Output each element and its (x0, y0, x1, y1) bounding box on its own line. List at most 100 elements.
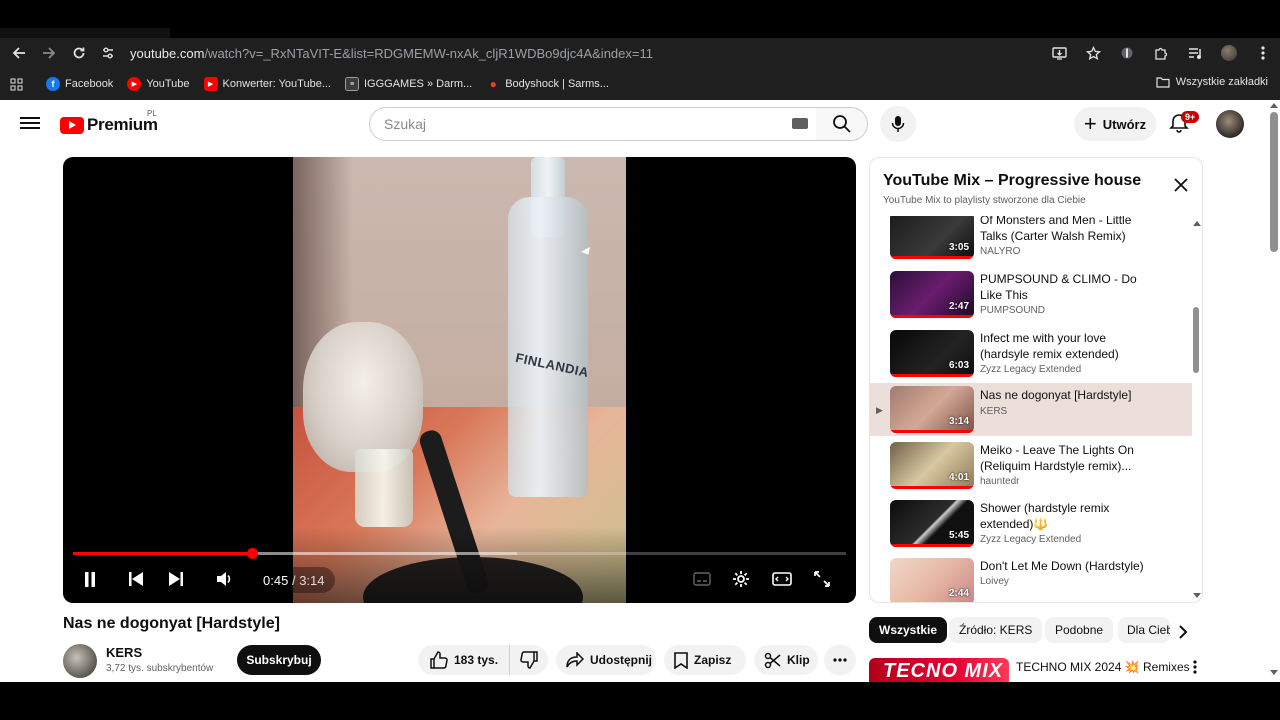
item-channel: PUMPSOUND (980, 305, 1046, 316)
site-info-icon[interactable] (100, 45, 116, 61)
bookmark-label: YouTube (146, 78, 190, 90)
item-channel: hauntedr (980, 476, 1020, 487)
profile-button[interactable] (1212, 38, 1246, 68)
more-horizontal-icon (833, 658, 847, 662)
bookmark-label: Facebook (65, 78, 114, 90)
search-input[interactable]: Szukaj (369, 107, 817, 141)
playlist-music-icon (1188, 47, 1201, 59)
playlist-item[interactable]: 5:45 Shower (hardstyle remix extended)🔱 … (870, 498, 1192, 552)
playlist-item[interactable]: 3:05 Of Monsters and Men - Little Talks … (870, 216, 1192, 264)
address-bar[interactable]: youtube.com/watch?v=_RxNTaVIT-E&list=RDG… (100, 40, 1110, 66)
url-path: /watch?v=_RxNTaVIT-E&list=RDGMEMW-nxAk_c… (204, 45, 653, 61)
keyboard-icon[interactable] (792, 118, 808, 129)
playlist-scrollbar[interactable] (1193, 307, 1199, 373)
bookmark-label: IGGGAMES » Darm... (364, 78, 473, 90)
masthead: Premium PL Szukaj + Utwórz 9+ (0, 100, 1268, 148)
subtitles-button[interactable] (691, 567, 713, 591)
recommended-video-menu-button[interactable] (1193, 660, 1197, 677)
gear-icon (733, 571, 749, 587)
previous-button[interactable] (125, 567, 147, 591)
recommended-video-thumbnail[interactable]: TECNO MIX (869, 658, 1009, 682)
playlist-item[interactable]: 6:03 Infect me with your love (hardsyle … (870, 328, 1192, 382)
playlist-title[interactable]: YouTube Mix – Progressive house (883, 172, 1141, 190)
bookmark-youtube[interactable]: ▶ YouTube (127, 77, 190, 91)
channel-avatar[interactable] (63, 644, 97, 678)
theater-icon (772, 572, 792, 586)
clip-button[interactable]: Klip (754, 645, 818, 675)
back-button[interactable] (4, 38, 34, 68)
subscriber-count: 3,72 tys. subskrybentów (106, 663, 214, 674)
more-actions-button[interactable] (824, 645, 856, 675)
bookmark-konwerter[interactable]: ▶ Konwerter: YouTube... (203, 77, 331, 91)
more-vertical-icon (1261, 46, 1265, 60)
scissors-icon (764, 652, 781, 668)
like-button[interactable]: 183 tys. (418, 645, 510, 675)
next-button[interactable] (165, 567, 187, 591)
reload-button[interactable] (64, 38, 94, 68)
channel-name[interactable]: KERS (106, 645, 142, 660)
all-bookmarks[interactable]: Wszystkie zakładki (1156, 76, 1268, 88)
media-control-button[interactable] (1178, 38, 1212, 68)
url-host: youtube.com (130, 45, 205, 61)
video-thumbnail: 4:01 (890, 442, 974, 489)
screen-top-border (0, 0, 1280, 38)
fullscreen-button[interactable] (811, 567, 833, 591)
time-display: 0:45 / 3:14 (253, 567, 335, 593)
chip-all[interactable]: Wszystkie (869, 617, 948, 643)
chips-next-button[interactable] (1178, 625, 1188, 642)
progress-bar[interactable] (73, 548, 846, 559)
all-bookmarks-label: Wszystkie zakładki (1175, 76, 1268, 88)
reload-icon (73, 47, 85, 59)
playlist-scroll-down[interactable] (1193, 593, 1201, 598)
settings-button[interactable] (730, 567, 752, 591)
pause-button[interactable] (79, 567, 101, 591)
chrome-menu-button[interactable] (1246, 38, 1280, 68)
subscribe-button[interactable]: Subskrybuj (237, 645, 321, 675)
skip-next-icon (169, 572, 183, 586)
recommended-video-title[interactable]: TECHNO MIX 2024 💥 Remixes (1016, 660, 1190, 674)
volume-icon (217, 572, 231, 586)
page-scroll-down[interactable] (1270, 670, 1278, 675)
playlist-item-now-playing[interactable]: ▶ 3:14 Nas ne dogonyat [Hardstyle] KERS (870, 383, 1192, 436)
close-playlist-button[interactable] (1174, 178, 1190, 194)
video-thumbnail: 2:44 (890, 558, 974, 602)
bookmark-bodyshock[interactable]: ● Bodyshock | Sarms... (486, 77, 609, 91)
guide-menu-button[interactable] (20, 114, 40, 134)
item-channel: KERS (980, 406, 1008, 417)
video-player[interactable]: FINLANDIA 0:45 / 3:14 (63, 157, 856, 603)
apps-button[interactable] (0, 68, 32, 100)
chip-related[interactable]: Podobne (1045, 617, 1114, 643)
playlist-scroll-up[interactable] (1193, 221, 1201, 226)
duration-label: 3:05 (948, 242, 969, 253)
page-scroll-up[interactable] (1270, 103, 1278, 108)
chip-for-you[interactable]: Dla Ciebie (1118, 617, 1170, 643)
page-scrollbar[interactable] (1270, 112, 1278, 252)
share-button[interactable]: Udostępnij (556, 645, 656, 675)
save-button[interactable]: Zapisz (664, 645, 746, 675)
bookmark-facebook[interactable]: f Facebook (46, 77, 113, 91)
chip-from-channel[interactable]: Źródło: KERS (949, 617, 1043, 643)
youtube-premium-logo[interactable]: Premium PL (60, 109, 158, 135)
account-avatar[interactable] (1216, 110, 1244, 138)
playlist-item[interactable]: 2:44 Don't Let Me Down (Hardstyle) Loive… (870, 556, 1192, 602)
playlist-item[interactable]: 4:01 Meiko - Leave The Lights On (Reliqu… (870, 440, 1192, 494)
theater-mode-button[interactable] (770, 567, 794, 591)
extensions-button[interactable] (1144, 38, 1178, 68)
dislike-button[interactable] (510, 645, 548, 675)
create-button[interactable]: + Utwórz (1074, 107, 1156, 141)
bookmark-star-button[interactable] (1076, 38, 1110, 68)
volume-button[interactable] (213, 567, 237, 591)
extension-button[interactable] (1110, 38, 1144, 68)
pause-icon (85, 571, 95, 587)
share-label: Udostępnij (590, 653, 652, 667)
forward-button[interactable] (34, 38, 64, 68)
search-button[interactable] (816, 107, 868, 141)
duration-label: 5:45 (948, 530, 969, 541)
voice-search-button[interactable] (880, 106, 916, 142)
playlist-item[interactable]: 2:47 PUMPSOUND & CLIMO - Do Like This PU… (870, 269, 1192, 323)
related-filter-chips: Wszystkie Źródło: KERS Podobne Dla Ciebi… (869, 617, 1199, 647)
duration-label: 6:03 (948, 360, 969, 371)
install-app-button[interactable] (1042, 38, 1076, 68)
bookmark-igggames[interactable]: ≡ IGGGAMES » Darm... (345, 77, 472, 91)
bookmarks-bar: f Facebook ▶ YouTube ▶ Konwerter: YouTub… (0, 68, 1280, 100)
